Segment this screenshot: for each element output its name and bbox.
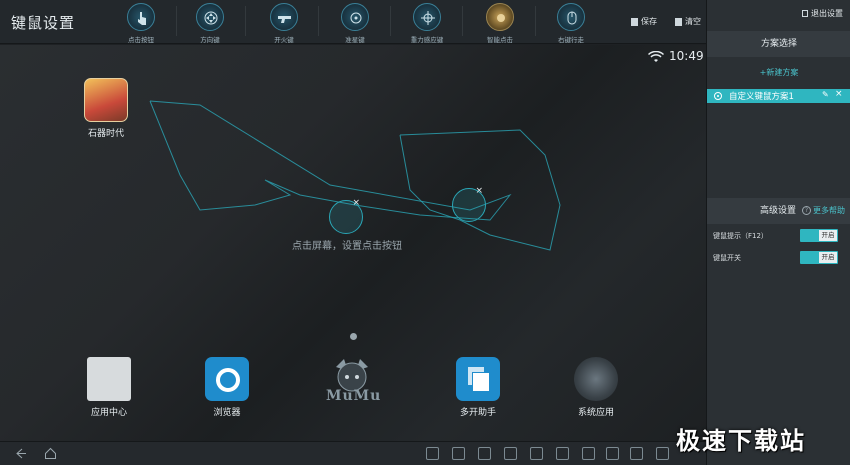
tool-label: 准星键 (345, 36, 365, 44)
toggle-state: 开启 (819, 252, 837, 263)
scissors-icon[interactable] (426, 447, 439, 460)
save-button[interactable]: 保存 (631, 16, 657, 27)
setting-row-key-hint: 键鼠提示（F12） 开启 (707, 226, 850, 246)
tool-fire-key[interactable]: 开火键 (254, 3, 314, 44)
shake-icon[interactable] (530, 447, 543, 460)
tool-tap-button[interactable]: 点击按钮 (111, 3, 171, 44)
folder-icon[interactable] (452, 447, 465, 460)
clear-label: 清空 (685, 17, 701, 26)
toolbox-icon[interactable] (630, 447, 643, 460)
volume-icon[interactable] (478, 447, 491, 460)
home-icon[interactable] (44, 447, 57, 460)
app-label: 浏览器 (213, 408, 241, 418)
wifi-icon (648, 51, 664, 62)
setting-row-key-switch: 键鼠开关 开启 (707, 248, 850, 268)
app-title: 键鼠设置 (11, 14, 76, 32)
tool-label: 点击按钮 (128, 36, 154, 44)
app-label: 石器时代 (87, 129, 124, 139)
tool-label: 开火键 (274, 36, 294, 44)
scheme-name: 自定义键鼠方案1 (729, 92, 794, 102)
app-label: 系统应用 (577, 408, 614, 418)
edit-pencil-icon[interactable]: ✎ (822, 90, 829, 99)
toggle-state: 开启 (819, 230, 837, 241)
rotate-icon[interactable] (556, 447, 569, 460)
tool-direction-key[interactable]: 方向键 (180, 3, 240, 44)
divider (390, 6, 391, 36)
divider (318, 6, 319, 36)
radio-selected-icon (714, 92, 722, 100)
tool-right-click-walk[interactable]: 右键行走 (541, 3, 601, 44)
tool-gravity-key[interactable]: 重力感应键 (397, 3, 457, 44)
exit-label: 退出设置 (811, 9, 843, 18)
mouse-icon (557, 3, 585, 31)
tool-crosshair-key[interactable]: 准星键 (325, 3, 385, 44)
exit-icon (802, 10, 808, 17)
save-label: 保存 (641, 17, 657, 26)
back-icon[interactable] (14, 447, 27, 460)
smart-tap-icon (486, 3, 514, 31)
tool-smart-tap[interactable]: 智能点击 (470, 3, 530, 44)
placement-hint: 点击屏幕，设置点击按钮 (292, 241, 402, 252)
emulator-screen[interactable]: 10:49 × × 点击屏幕，设置点击按钮 石器时代 应用中心 浏览器 MuMu… (0, 45, 706, 441)
app-label: 多开助手 (459, 408, 496, 418)
location-icon[interactable] (582, 447, 595, 460)
tool-label: 重力感应键 (410, 36, 444, 44)
tool-label: 右键行走 (558, 36, 584, 44)
tap-key-marker[interactable]: × (329, 198, 363, 234)
controller-icon[interactable] (656, 447, 669, 460)
trash-icon (675, 17, 682, 26)
keymap-settings-panel: 退出设置 方案选择 +新建方案 自定义键鼠方案1 ✎ × 高级设置 ? 更多帮助… (706, 0, 850, 465)
mumu-logo-text: MuMu (326, 388, 382, 404)
dpad-icon (196, 3, 224, 31)
tap-key-marker[interactable]: × (452, 186, 486, 222)
status-time: 10:49 (669, 49, 704, 63)
save-icon (631, 17, 638, 26)
page-indicator (350, 333, 357, 340)
crosshair-icon (341, 3, 369, 31)
advanced-title: 高级设置 (760, 206, 797, 216)
help-icon[interactable]: ? (802, 206, 811, 215)
stone-age-game-icon (84, 78, 128, 122)
system-apps-icon (574, 357, 618, 401)
bottom-nav-bar (0, 441, 706, 465)
browser-icon (205, 357, 249, 401)
remove-icon[interactable]: × (475, 186, 483, 196)
gun-icon (270, 3, 298, 31)
setting-label: 键鼠开关 (713, 254, 741, 262)
mumu-mascot-logo (336, 359, 368, 392)
tool-label: 方向键 (200, 36, 220, 44)
app-icon-app-center[interactable]: 应用中心 (69, 357, 149, 418)
fullscreen-icon[interactable] (504, 447, 517, 460)
gravity-icon (413, 3, 441, 31)
divider (176, 6, 177, 36)
multi-instance-icon (456, 357, 500, 401)
key-switch-toggle[interactable]: 开启 (800, 251, 838, 264)
site-watermark: 极速下载站 (676, 427, 806, 455)
clear-button[interactable]: 清空 (675, 16, 701, 27)
divider (462, 6, 463, 36)
app-icon-system-apps[interactable]: 系统应用 (556, 357, 636, 418)
divider (245, 6, 246, 36)
new-scheme-button[interactable]: +新建方案 (707, 67, 850, 78)
app-icon-stone-age[interactable]: 石器时代 (66, 78, 146, 139)
app-label: 应用中心 (90, 408, 127, 418)
remove-icon[interactable]: × (352, 198, 360, 208)
key-hint-toggle[interactable]: 开启 (800, 229, 838, 242)
app-icon-multi-instance[interactable]: 多开助手 (438, 357, 518, 418)
keymap-toolbar: 键鼠设置 点击按钮 方向键 开火键 准星键 重力感应键 智能点击 右键行走 保存… (0, 0, 706, 44)
scheme-item-selected[interactable]: 自定义键鼠方案1 ✎ × (707, 89, 850, 103)
setting-label: 键鼠提示（F12） (713, 232, 768, 240)
more-help-link[interactable]: 更多帮助 (813, 198, 845, 224)
app-center-icon (87, 357, 131, 401)
delete-scheme-icon[interactable]: × (835, 89, 843, 99)
advanced-section-header: 高级设置 ? 更多帮助 (707, 198, 850, 224)
app-icon-browser[interactable]: 浏览器 (187, 357, 267, 418)
tool-label: 智能点击 (487, 36, 513, 44)
keyboard-icon[interactable] (606, 447, 619, 460)
scheme-section-header: 方案选择 (707, 31, 850, 57)
exit-settings-button[interactable]: 退出设置 (802, 8, 843, 19)
tap-icon (127, 3, 155, 31)
divider (535, 6, 536, 36)
